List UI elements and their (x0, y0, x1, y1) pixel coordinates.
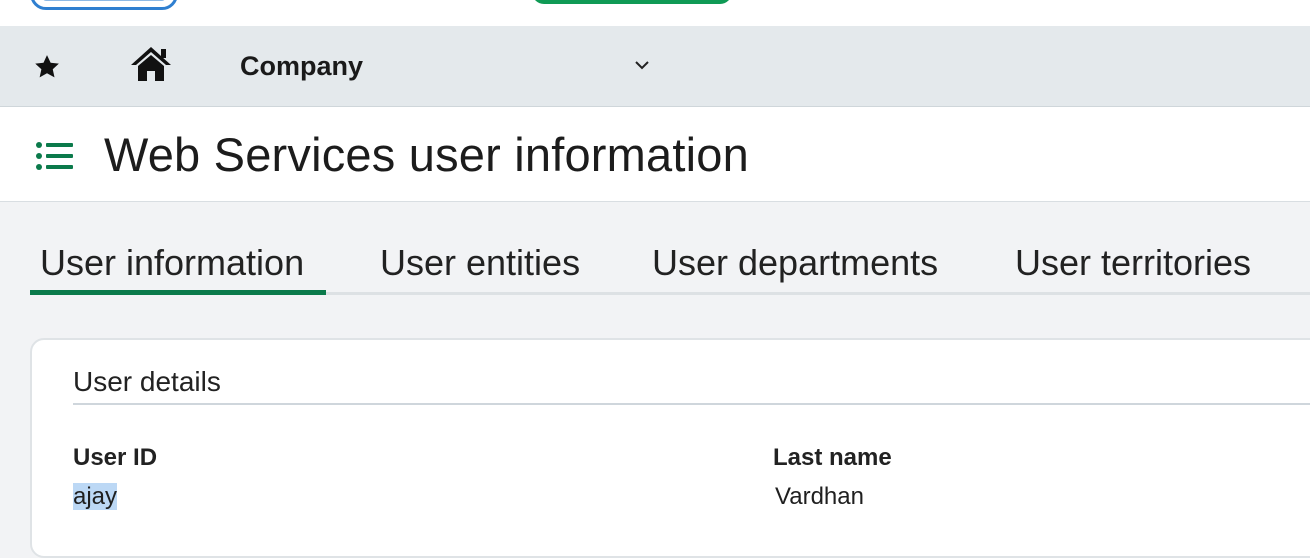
user-id-label: User ID (73, 444, 158, 471)
user-id-value-text: ajay (73, 483, 118, 510)
page-header: Web Services user information (0, 107, 1310, 202)
tab-bar: User information User entities User depa… (0, 202, 1310, 298)
tab-user-territories[interactable]: User territories (1015, 240, 1251, 295)
tab-label: User information (40, 242, 305, 283)
company-dropdown[interactable]: Company (240, 49, 660, 85)
user-details-card: User details User ID ajay Last name Vard… (30, 338, 1310, 558)
chevron-down-icon (633, 58, 651, 72)
green-action-pill[interactable] (532, 0, 732, 4)
top-strip (0, 0, 1310, 26)
logo (30, 0, 178, 10)
list-icon[interactable] (35, 139, 75, 173)
tab-label: User territories (1015, 242, 1252, 283)
last-name-label: Last name (773, 444, 892, 471)
tab-label: User entities (380, 242, 581, 283)
tab-user-departments[interactable]: User departments (652, 240, 938, 295)
tab-user-information[interactable]: User information (30, 240, 326, 295)
navigation-bar: Company (0, 26, 1310, 107)
tab-user-entities[interactable]: User entities (380, 240, 580, 295)
home-icon[interactable] (128, 44, 174, 84)
tab-label: User departments (652, 242, 939, 283)
section-title: User details (73, 366, 221, 397)
star-icon[interactable] (30, 52, 64, 82)
section-divider (73, 403, 1310, 405)
last-name-value: Vardhan (775, 483, 864, 510)
page-title: Web Services user information (104, 128, 749, 181)
user-id-value[interactable]: ajay (73, 483, 118, 511)
company-dropdown-label: Company (240, 51, 364, 81)
